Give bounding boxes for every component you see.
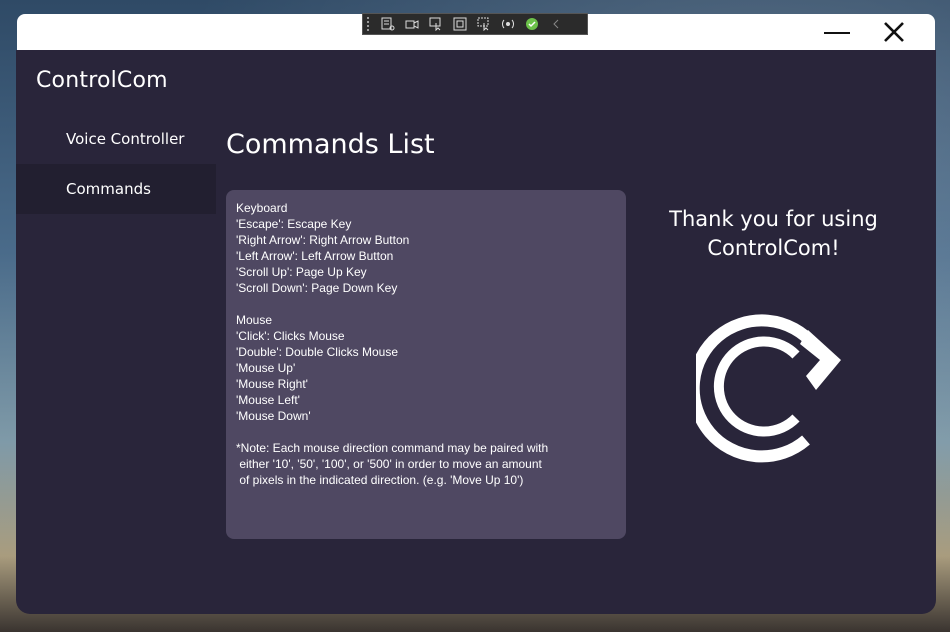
sidebar-item-commands[interactable]: Commands (16, 164, 216, 214)
select-element-icon[interactable] (427, 16, 445, 32)
command-line: Keyboard (236, 201, 288, 215)
command-line: of pixels in the indicated direction. (e… (236, 473, 524, 487)
command-line: 'Mouse Up' (236, 361, 296, 375)
command-line (236, 424, 616, 440)
live-visual-tree-icon[interactable] (379, 16, 397, 32)
command-line: 'Scroll Up': Page Up Key (236, 265, 367, 279)
command-line: 'Mouse Right' (236, 377, 308, 391)
display-layout-adorners-icon[interactable] (451, 16, 469, 32)
debug-toolbar (362, 13, 588, 35)
hot-reload-icon[interactable] (499, 16, 517, 32)
app-brand: ControlCom (36, 68, 168, 93)
close-button[interactable] (883, 21, 905, 43)
command-line: Mouse (236, 313, 273, 327)
commands-list-panel: Keyboard 'Escape': Escape Key 'Right Arrow… (226, 190, 626, 539)
command-line: *Note: Each mouse direction command may … (236, 441, 549, 455)
command-line: 'Scroll Down': Page Down Key (236, 281, 398, 295)
command-line: 'Double': Double Clicks Mouse (236, 345, 398, 359)
close-icon (884, 22, 904, 42)
track-focus-icon[interactable] (475, 16, 493, 32)
toolbar-grip[interactable] (367, 17, 373, 31)
command-line: 'Mouse Down' (236, 409, 311, 423)
command-line: 'Escape': Escape Key (236, 217, 352, 231)
thanks-line-1: Thank you for using (669, 207, 878, 231)
command-line (236, 296, 616, 312)
sidebar-item-label: Voice Controller (66, 130, 185, 148)
video-icon[interactable] (403, 16, 421, 32)
thanks-line-2: ControlCom! (707, 236, 840, 260)
command-line: either '10', '50', '100', or '500' in or… (236, 457, 542, 471)
command-line: 'Left Arrow': Left Arrow Button (236, 249, 394, 263)
collapse-chevron-icon[interactable] (547, 16, 565, 32)
controlcom-logo (696, 314, 841, 463)
command-line: 'Mouse Left' (236, 393, 300, 407)
minimize-button[interactable] (824, 22, 850, 42)
command-line: 'Right Arrow': Right Arrow Button (236, 233, 410, 247)
command-line: 'Click': Clicks Mouse (236, 329, 345, 343)
status-check-icon (523, 16, 541, 32)
sidebar-item-voice-controller[interactable]: Voice Controller (16, 114, 216, 164)
page-title: Commands List (226, 129, 435, 160)
app-window: ControlCom Voice Controller Commands Com… (16, 50, 936, 614)
sidebar-item-label: Commands (66, 180, 151, 198)
thanks-message: Thank you for using ControlCom! (656, 205, 891, 263)
